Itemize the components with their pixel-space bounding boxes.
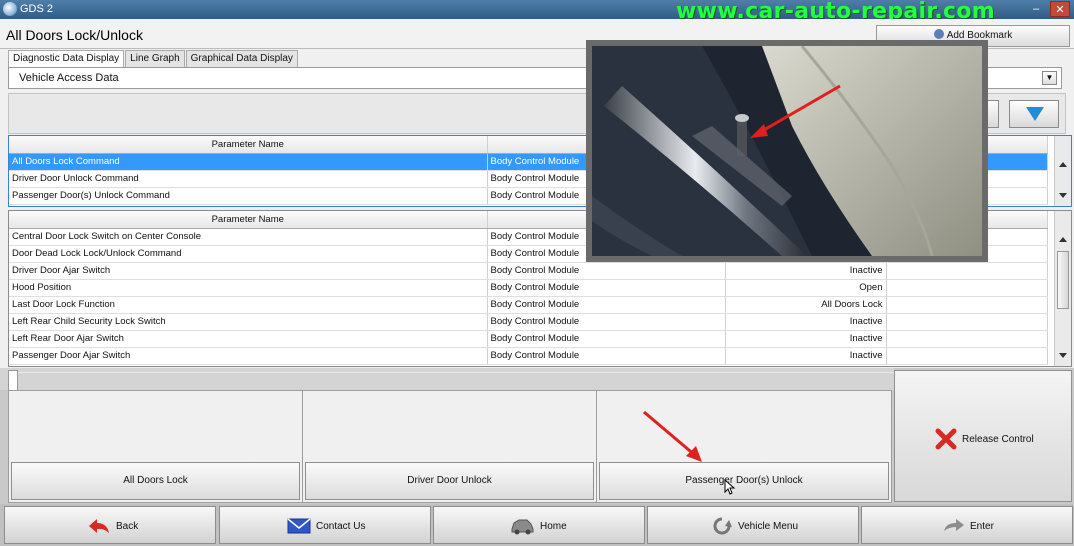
page-title: All Doors Lock/Unlock [6,27,143,43]
parameter-unit [886,279,1048,297]
parameter-unit [886,347,1048,365]
parameter-name: Left Rear Door Ajar Switch [9,330,488,348]
control-cell-driver-door-unlock: Driver Door Unlock [303,391,597,502]
tab-diagnostic-data-display[interactable]: Diagnostic Data Display [8,50,125,68]
driver-door-unlock-button[interactable]: Driver Door Unlock [305,462,594,500]
parameter-unit [886,313,1048,331]
controller-name: Body Control Module [487,262,726,280]
video-inset [586,40,988,262]
controller-name: Body Control Module [487,296,726,314]
control-cell-all-doors-lock: All Doors Lock [9,391,303,502]
contact-us-button[interactable]: Contact Us [219,506,431,544]
app-title: GDS 2 [20,3,54,15]
minimize-button[interactable]: – [1026,1,1046,17]
column-header-parameter-name[interactable]: Parameter Name [9,211,488,229]
annotation-arrow-icon [643,410,702,462]
parameter-value: All Doors Lock [725,296,887,314]
table-row[interactable]: Left Rear Child Security Lock Switch Body… [9,313,1048,331]
home-label: Home [540,521,567,532]
parameter-name: Passenger Door(s) Unlock Command [9,187,488,205]
parameter-name: All Doors Lock Command [9,153,488,171]
parameter-unit [886,262,1048,280]
parameter-name: Driver Door Ajar Switch [9,262,488,280]
red-x-icon [935,428,957,450]
bookmark-icon [933,29,944,39]
vehicle-menu-label: Vehicle Menu [738,521,799,532]
scroll-up-icon[interactable] [1059,162,1067,167]
control-panel: All Doors Lock Driver Door Unlock Passen… [8,390,892,503]
controls-tab[interactable] [8,370,18,390]
scrollbar-thumb[interactable] [1057,251,1069,309]
all-doors-lock-button[interactable]: All Doors Lock [11,462,300,500]
door-photo-image [592,46,982,256]
enter-arrow-icon [944,519,964,531]
tab-graphical-data-display[interactable]: Graphical Data Display [185,50,298,67]
view-tabs: Diagnostic Data Display Line Graph Graph… [8,50,299,68]
close-button[interactable]: ✕ [1050,1,1070,17]
controls-tabstrip [0,368,894,390]
table-row[interactable]: Hood Position Body Control Module Open [9,279,1048,297]
back-label: Back [116,521,139,532]
move-down-button[interactable] [1009,100,1059,128]
parameter-name: Central Door Lock Switch on Center Conso… [9,228,488,246]
tabstrip-divider [18,372,894,373]
parameter-name: Hood Position [9,279,488,297]
selected-grid-scrollbar[interactable] [1054,136,1071,206]
parameter-name: Driver Door Unlock Command [9,170,488,188]
envelope-icon [287,518,311,534]
release-control-button[interactable]: Release Control [894,370,1072,502]
data-grid-scrollbar[interactable] [1054,211,1071,366]
parameter-value: Inactive [725,262,887,280]
parameter-name: Last Door Lock Function [9,296,488,314]
enter-label: Enter [970,521,994,532]
data-list-value: Vehicle Access Data [19,72,119,84]
car-home-icon [511,519,534,535]
table-row[interactable]: Last Door Lock Function Body Control Modu… [9,296,1048,314]
parameter-value: Inactive [725,330,887,348]
parameter-unit [886,330,1048,348]
parameter-value: Inactive [725,313,887,331]
contact-us-label: Contact Us [316,521,366,532]
mouse-cursor-icon [724,479,736,495]
controller-name: Body Control Module [487,347,726,365]
scroll-down-icon[interactable] [1059,353,1067,358]
parameter-value: Open [725,279,887,297]
home-button[interactable]: Home [433,506,645,544]
table-row[interactable]: Left Rear Door Ajar Switch Body Control M… [9,330,1048,348]
bottom-navbar: Back Contact Us Home Vehicle Menu Enter [0,504,1074,546]
chevron-down-icon[interactable]: ▼ [1042,71,1057,85]
parameter-unit [886,296,1048,314]
scroll-down-icon[interactable] [1059,193,1067,198]
parameter-name: Passenger Door Ajar Switch [9,347,488,365]
scroll-up-icon[interactable] [1059,237,1067,242]
controller-name: Body Control Module [487,330,726,348]
arrow-down-icon [1026,107,1044,121]
table-row[interactable]: Passenger Door Ajar Switch Body Control M… [9,347,1048,365]
tab-line-graph[interactable]: Line Graph [125,50,185,67]
back-button[interactable]: Back [4,506,216,544]
enter-button[interactable]: Enter [861,506,1073,544]
parameter-name: Door Dead Lock Lock/Unlock Command [9,245,488,263]
controller-name: Body Control Module [487,279,726,297]
back-arrow-icon [89,519,109,533]
app-logo-icon [3,2,17,16]
release-control-label: Release Control [962,434,1034,445]
parameter-name: Left Rear Child Security Lock Switch [9,313,488,331]
refresh-car-icon [713,517,732,535]
door-lock-photo [592,46,982,256]
vehicle-menu-button[interactable]: Vehicle Menu [647,506,859,544]
controller-name: Body Control Module [487,313,726,331]
column-header-parameter-name[interactable]: Parameter Name [9,136,488,154]
parameter-value: Inactive [725,347,887,365]
table-row[interactable]: Driver Door Ajar Switch Body Control Modu… [9,262,1048,280]
